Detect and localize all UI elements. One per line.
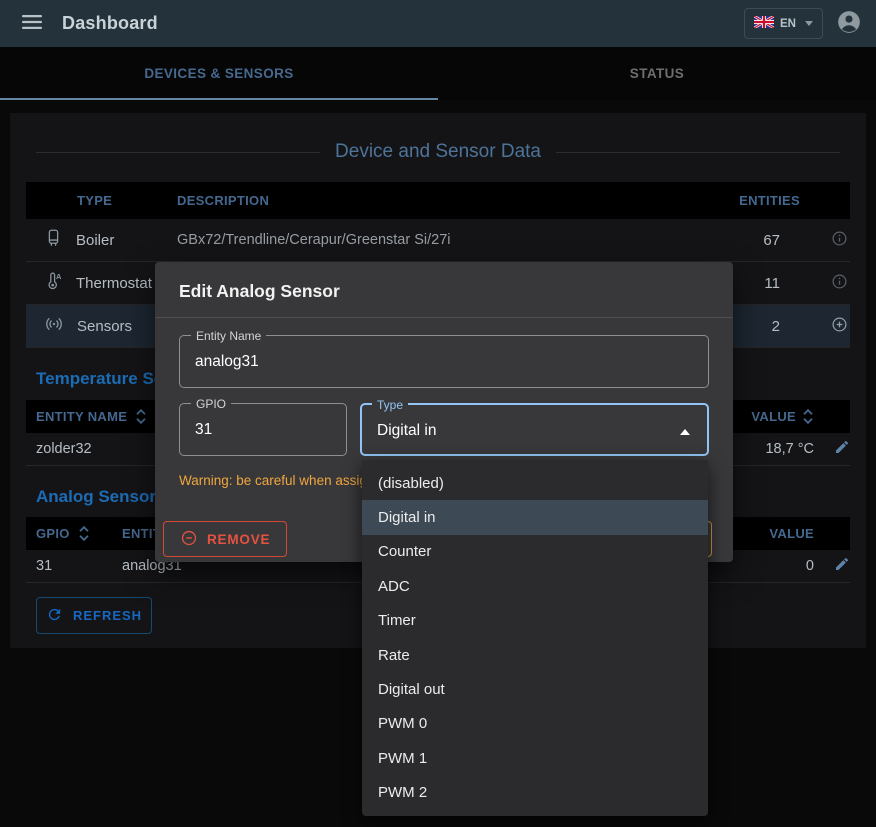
type-dropdown-menu: (disabled) Digital in Counter ADC Timer … xyxy=(362,460,708,816)
remove-label: REMOVE xyxy=(207,532,270,547)
column-header-value: VALUE xyxy=(751,409,796,424)
refresh-icon xyxy=(46,606,63,626)
gpio-field[interactable]: GPIO 31 xyxy=(179,403,347,456)
device-type-label: Sensors xyxy=(77,318,132,335)
account-icon xyxy=(836,9,862,38)
sort-icon[interactable] xyxy=(135,408,147,425)
device-type-label: Boiler xyxy=(76,232,114,249)
tab-devices-sensors[interactable]: DEVICES & SENSORS xyxy=(0,47,438,100)
refresh-label: REFRESH xyxy=(73,608,142,623)
edit-icon[interactable] xyxy=(834,556,850,576)
uk-flag-icon xyxy=(754,16,774,31)
menu-item-counter[interactable]: Counter xyxy=(362,535,708,569)
language-label: EN xyxy=(780,18,796,30)
svg-text:A: A xyxy=(56,272,62,281)
menu-item-disabled[interactable]: (disabled) xyxy=(362,466,708,500)
edit-icon[interactable] xyxy=(834,439,850,459)
table-row-boiler[interactable]: Boiler GBx72/Trendline/Cerapur/Greenstar… xyxy=(26,219,850,262)
entity-name-label: Entity Name xyxy=(191,329,266,343)
appbar: Dashboard EN xyxy=(0,0,876,47)
tab-bar: DEVICES & SENSORS STATUS xyxy=(0,47,876,100)
thermostat-icon: A xyxy=(44,271,63,295)
menu-button[interactable] xyxy=(12,4,52,44)
device-type-label: Thermostat xyxy=(76,275,152,292)
remove-icon xyxy=(180,529,198,550)
tab-status[interactable]: STATUS xyxy=(438,47,876,100)
sensors-icon xyxy=(44,314,64,338)
refresh-button[interactable]: REFRESH xyxy=(36,597,152,634)
column-header-entities: ENTITIES xyxy=(690,193,800,208)
language-selector[interactable]: EN xyxy=(744,8,823,39)
type-selected-value: Digital in xyxy=(362,405,707,440)
column-header-entity-name: ENTITY NAME xyxy=(36,409,127,424)
menu-item-pwm-0[interactable]: PWM 0 xyxy=(362,707,708,741)
info-icon[interactable] xyxy=(831,230,848,251)
menu-item-rate[interactable]: Rate xyxy=(362,638,708,672)
menu-item-pwm-1[interactable]: PWM 1 xyxy=(362,741,708,775)
page-title: Dashboard xyxy=(62,13,158,34)
hamburger-icon xyxy=(22,15,42,32)
section-title-row: Device and Sensor Data xyxy=(10,113,866,163)
sensor-gpio: 31 xyxy=(26,558,122,574)
column-header-gpio: GPIO xyxy=(36,526,70,541)
info-icon[interactable] xyxy=(831,273,848,294)
menu-item-timer[interactable]: Timer xyxy=(362,604,708,638)
divider xyxy=(36,152,320,153)
column-header-type: TYPE xyxy=(26,193,158,208)
menu-item-adc[interactable]: ADC xyxy=(362,569,708,603)
sort-icon[interactable] xyxy=(78,525,90,542)
account-button[interactable] xyxy=(836,9,862,38)
column-header-description: DESCRIPTION xyxy=(158,193,690,208)
section-title: Device and Sensor Data xyxy=(335,141,541,163)
gpio-label: GPIO xyxy=(191,397,231,411)
type-select[interactable]: Type Digital in xyxy=(360,403,709,456)
menu-item-digital-out[interactable]: Digital out xyxy=(362,672,708,706)
dialog-title: Edit Analog Sensor xyxy=(179,281,340,301)
chevron-down-icon xyxy=(805,21,813,26)
entity-name-field[interactable]: Entity Name analog31 xyxy=(179,335,709,388)
devices-table-header: TYPE DESCRIPTION ENTITIES xyxy=(26,182,850,219)
device-description: GBx72/Trendline/Cerapur/Greenstar Si/27i xyxy=(158,232,690,248)
chevron-up-icon xyxy=(680,429,690,435)
menu-item-digital-in[interactable]: Digital in xyxy=(362,500,708,534)
dialog-header: Edit Analog Sensor xyxy=(155,262,733,318)
column-header-value: VALUE xyxy=(769,526,814,541)
device-entities-count: 67 xyxy=(690,232,800,249)
boiler-icon xyxy=(44,228,63,252)
sort-icon[interactable] xyxy=(802,408,814,425)
divider xyxy=(556,152,840,153)
remove-button[interactable]: REMOVE xyxy=(163,521,287,557)
type-label: Type xyxy=(372,398,408,412)
add-icon[interactable] xyxy=(831,316,848,337)
menu-item-pwm-2[interactable]: PWM 2 xyxy=(362,776,708,810)
